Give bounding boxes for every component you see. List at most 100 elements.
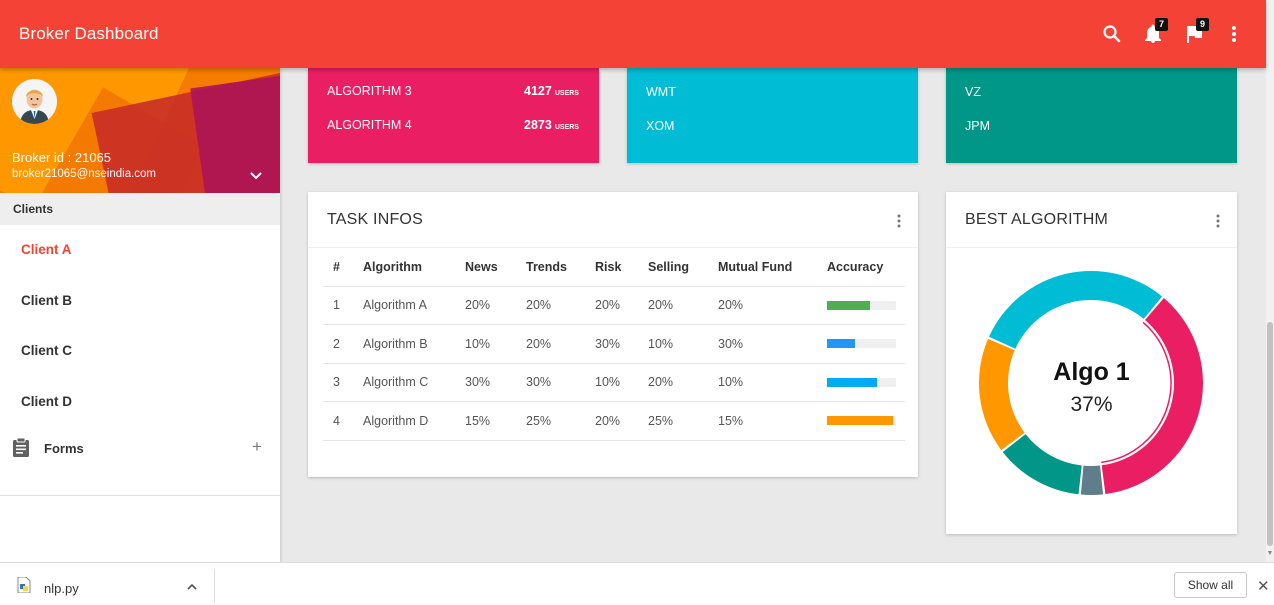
donut-chart: Algo 1 37% (946, 248, 1237, 533)
sidebar-item-client-c[interactable]: Client C (0, 326, 280, 377)
table-cell-accuracy (817, 363, 905, 402)
table-cell-num: 3 (323, 363, 353, 402)
table-cell-num: 4 (323, 401, 353, 441)
table-header-row: # Algorithm News Trends Risk Selling Mut… (323, 248, 905, 287)
expand-icon[interactable]: + (252, 437, 262, 457)
stat-label: XOM (646, 119, 675, 133)
close-icon[interactable]: ✕ (1257, 577, 1270, 595)
flags-button[interactable]: 9 (1182, 18, 1209, 46)
sidebar-item-client-b[interactable]: Client B (0, 276, 280, 327)
show-all-button[interactable]: Show all (1174, 572, 1247, 598)
table-cell-selling: 20% (638, 286, 708, 325)
accuracy-bar (827, 377, 896, 387)
search-icon[interactable] (1100, 22, 1124, 46)
stat-label: ALGORITHM 4 (327, 118, 412, 132)
task-infos-card: TASK INFOS # Algorithm News Trends Risk … (308, 192, 918, 477)
accuracy-bar (827, 416, 896, 426)
table-cell-mutual-fund: 10% (708, 363, 817, 402)
table-cell-mutual-fund: 15% (708, 401, 817, 441)
more-vert-icon[interactable] (1216, 214, 1220, 228)
avatar (12, 79, 57, 124)
stat-card-stocks-1: WMT XOM (627, 68, 918, 163)
table-row: 4 Algorithm D 15% 25% 20% 25% 15% (323, 401, 905, 441)
table-cell-num: 2 (323, 324, 353, 364)
download-bar: nlp.py Show all ✕ (0, 562, 1274, 605)
task-table: # Algorithm News Trends Risk Selling Mut… (323, 248, 905, 441)
table-cell-trends: 20% (516, 324, 585, 364)
app-title: Broker Dashboard (19, 24, 159, 43)
column-header: Accuracy (817, 248, 905, 287)
table-cell-mutual-fund: 20% (708, 286, 817, 325)
table-row: 3 Algorithm C 30% 30% 10% 20% 10% (323, 363, 905, 402)
donut-center-label: Algo 1 (1053, 358, 1130, 386)
stat-card-stocks-2: VZ JPM (946, 68, 1237, 163)
table-cell-risk: 30% (585, 324, 638, 364)
table-row: 1 Algorithm A 20% 20% 20% 20% 20% (323, 286, 905, 325)
donut-center-value: 37% (1070, 393, 1113, 416)
flags-badge: 9 (1196, 18, 1209, 31)
table-cell-news: 10% (455, 324, 516, 364)
accuracy-bar-fill (827, 339, 855, 349)
table-cell-mutual-fund: 30% (708, 324, 817, 364)
table-cell-risk: 20% (585, 286, 638, 325)
column-header: News (455, 248, 516, 287)
stat-card-algorithms: ALGORITHM 3 4127 USERS ALGORITHM 4 2873 US… (308, 68, 599, 163)
chevron-down-icon[interactable] (248, 169, 264, 181)
scroll-down-icon[interactable]: ▼ (1266, 550, 1274, 558)
stat-label: WMT (646, 85, 676, 99)
table-cell-accuracy (817, 401, 905, 441)
download-file-name[interactable]: nlp.py (44, 581, 79, 596)
more-vert-icon[interactable] (897, 214, 901, 228)
table-cell-selling: 10% (638, 324, 708, 364)
chevron-up-icon[interactable] (186, 579, 198, 590)
more-vert-icon[interactable] (1222, 22, 1246, 46)
page-scrollbar[interactable]: ▼ (1266, 0, 1274, 562)
column-header: Risk (585, 248, 638, 287)
card-title: BEST ALGORITHM (965, 211, 1108, 228)
donut-segment[interactable] (1002, 434, 1082, 495)
stat-label: ALGORITHM 3 (327, 84, 412, 98)
best-algorithm-card: BEST ALGORITHM Algo 1 37% (946, 192, 1237, 534)
table-cell-news: 15% (455, 401, 516, 441)
table-cell-trends: 30% (516, 363, 585, 402)
divider (0, 495, 280, 496)
table-cell-accuracy (817, 286, 905, 325)
card-title: TASK INFOS (327, 211, 423, 228)
accuracy-bar-fill (827, 300, 870, 310)
stat-value: 2873 USERS (524, 118, 579, 132)
sidebar-item-client-d[interactable]: Client D (0, 377, 280, 428)
table-cell-trends: 20% (516, 286, 585, 325)
user-profile: Broker id : 21065 broker21065@nseindia.c… (0, 68, 280, 193)
table-cell-algorithm: Algorithm A (353, 286, 455, 325)
stat-label: VZ (965, 85, 981, 99)
column-header: Selling (638, 248, 708, 287)
divider (214, 569, 215, 603)
donut-segment[interactable] (989, 271, 1163, 349)
table-cell-risk: 20% (585, 401, 638, 441)
forms-label: Forms (44, 441, 84, 456)
table-cell-selling: 20% (638, 363, 708, 402)
stat-label: JPM (965, 119, 990, 133)
table-cell-risk: 10% (585, 363, 638, 402)
accuracy-bar (827, 300, 896, 310)
table-cell-trends: 25% (516, 401, 585, 441)
column-header: Trends (516, 248, 585, 287)
sidebar-item-client-a[interactable]: Client A (0, 225, 280, 276)
clipboard-icon (12, 437, 30, 457)
stat-value: 4127 USERS (524, 84, 579, 98)
donut-segment[interactable] (1080, 465, 1104, 495)
column-header: Mutual Fund (708, 248, 817, 287)
table-cell-accuracy (817, 324, 905, 364)
scrollbar-thumb[interactable] (1267, 322, 1273, 546)
broker-email: broker21065@nseindia.com (12, 168, 157, 180)
notifications-button[interactable]: 7 (1141, 18, 1168, 46)
column-header: Algorithm (353, 248, 455, 287)
clients-section-header: Clients (0, 193, 280, 225)
accuracy-bar-fill (827, 377, 878, 387)
table-cell-num: 1 (323, 286, 353, 325)
accuracy-bar-fill (827, 416, 893, 426)
app-header: Broker Dashboard 7 9 (0, 0, 1266, 68)
sidebar-item-forms[interactable]: Forms + (0, 427, 280, 477)
accuracy-bar (827, 339, 896, 349)
table-cell-algorithm: Algorithm C (353, 363, 455, 402)
